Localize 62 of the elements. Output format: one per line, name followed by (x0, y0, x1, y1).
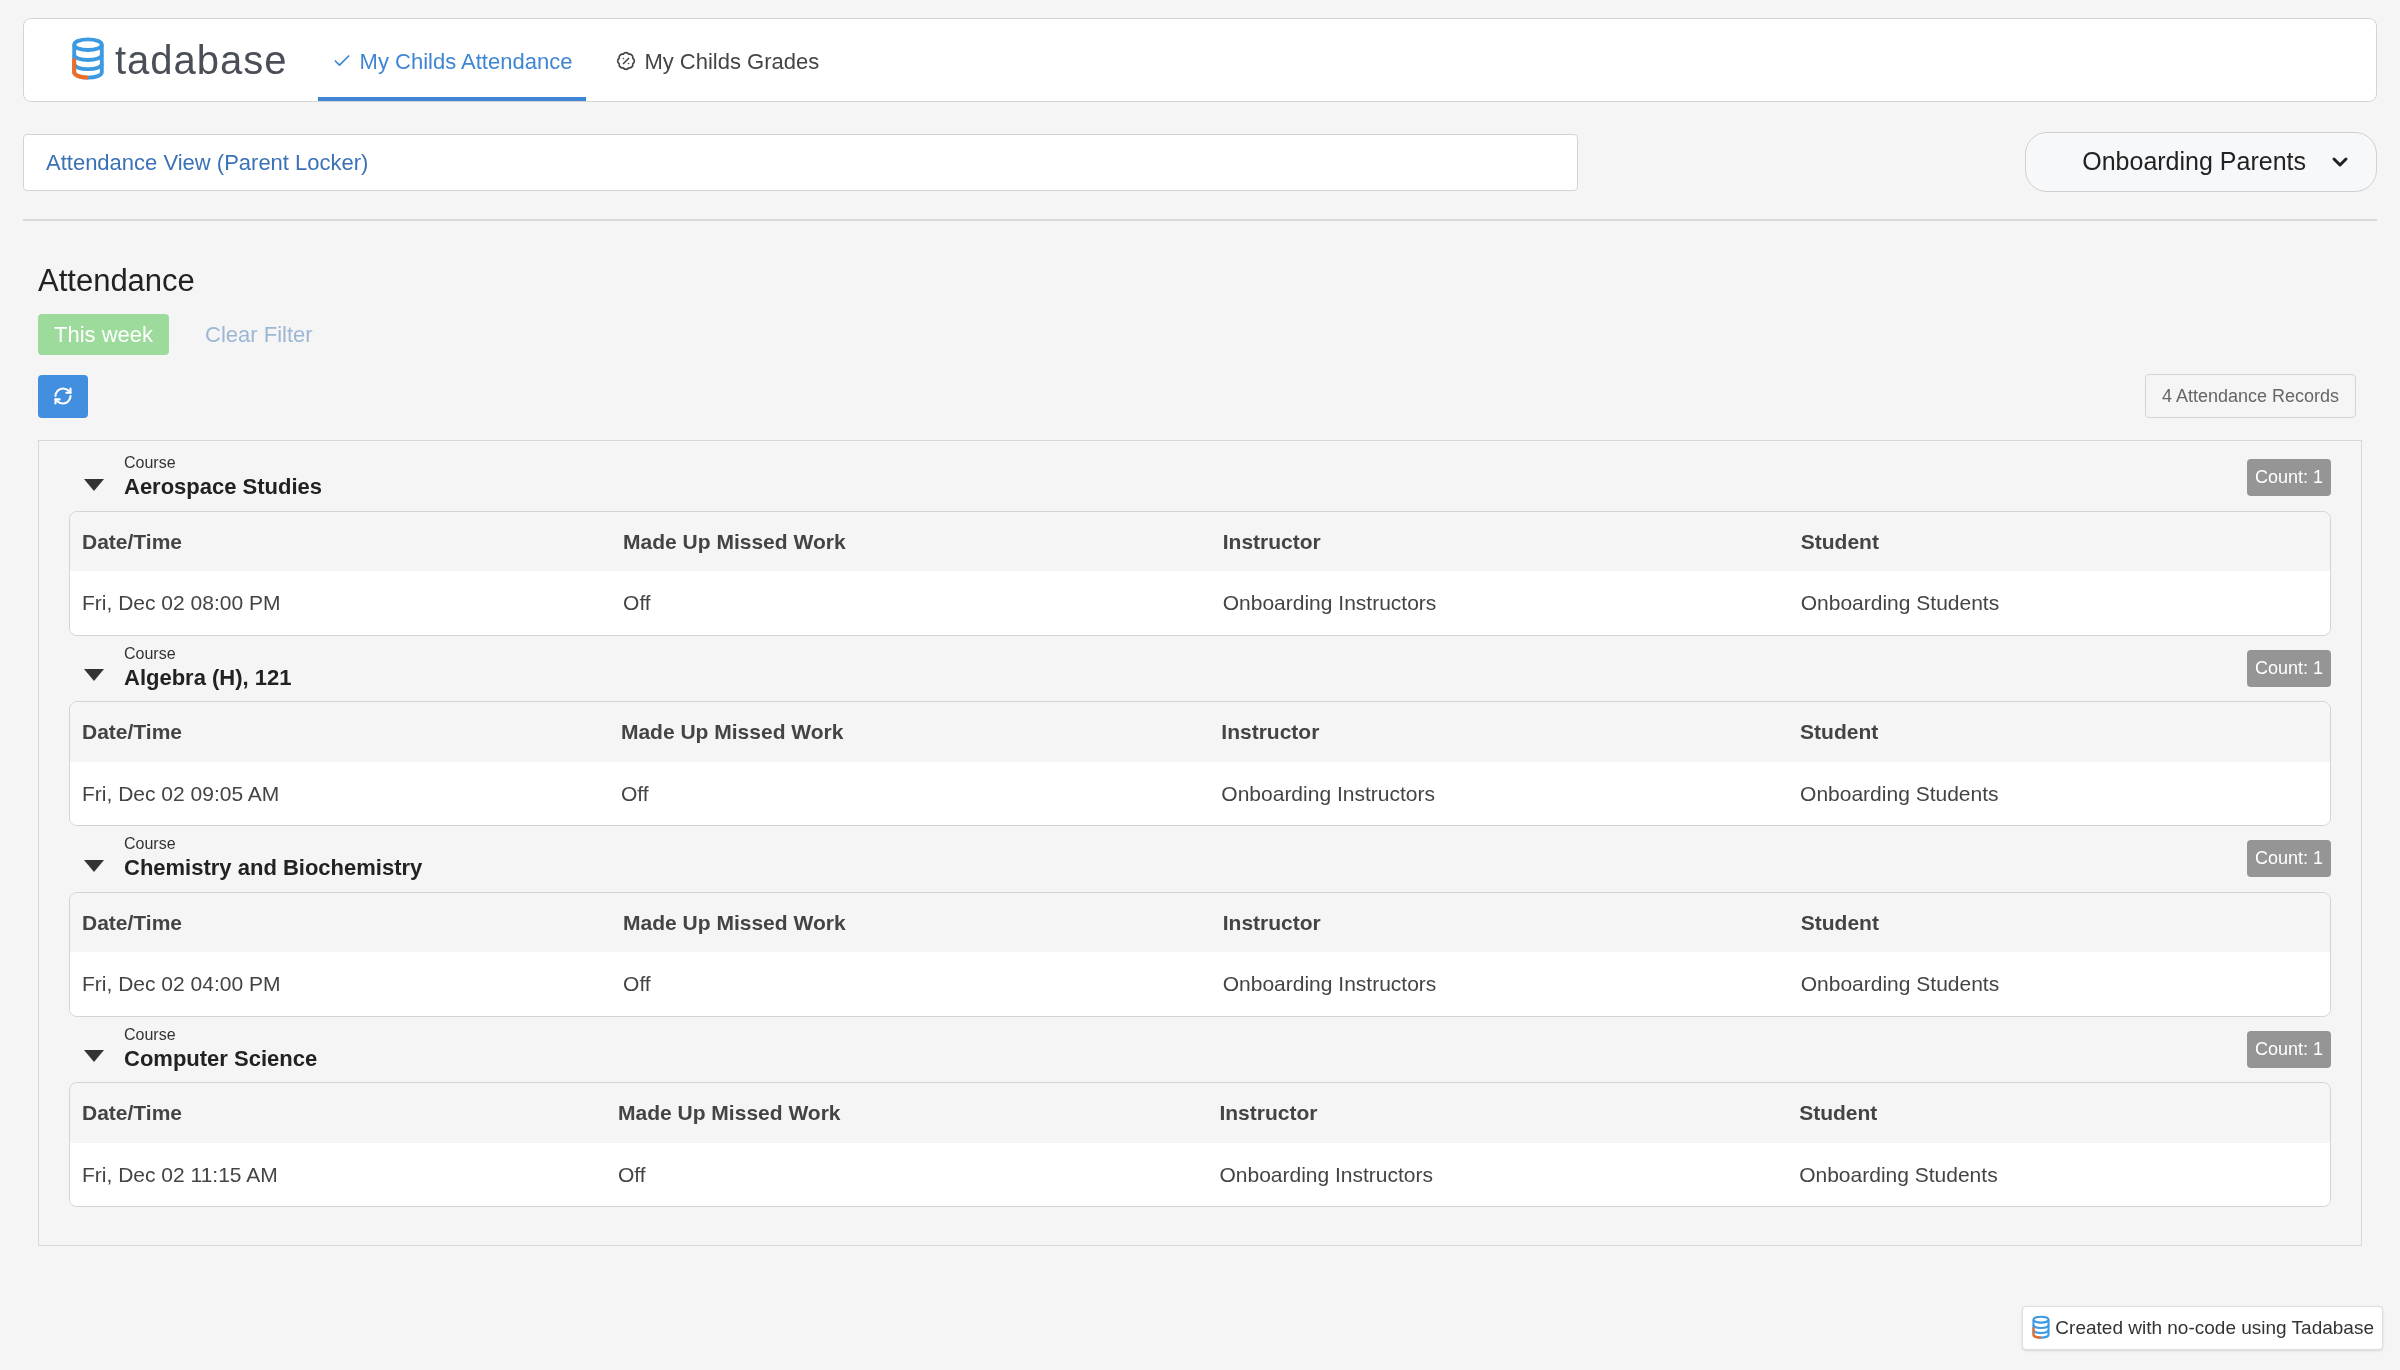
group-label: Course (124, 1024, 177, 1045)
column-header: Instructor (1210, 511, 1789, 571)
count-badge: Count: 1 (2246, 840, 2331, 877)
breadcrumb-link[interactable]: Attendance View (Parent Locker) (46, 145, 369, 179)
group-label: Course (124, 834, 177, 854)
collapse-triangle-icon[interactable] (84, 1050, 104, 1062)
records-count: 4 Attendance Records (2144, 374, 2356, 418)
collapse-triangle-icon[interactable] (84, 478, 104, 491)
refresh-icon (53, 386, 73, 406)
table-cell: Onboarding Students (1788, 571, 2330, 635)
table-cell: Off (606, 1142, 1208, 1206)
collapse-triangle-icon[interactable] (84, 859, 104, 872)
column-header: Made Up Missed Work (611, 892, 1211, 952)
refresh-button[interactable] (38, 374, 88, 418)
column-header: Date/Time (70, 511, 612, 571)
table-cell: Fri, Dec 02 09:05 AM (70, 761, 609, 825)
column-header: Instructor (1210, 892, 1789, 952)
table-cell: Onboarding Instructors (1210, 952, 1789, 1016)
table-cell: Off (611, 571, 1211, 635)
group-label: Course (124, 643, 177, 664)
column-header: Instructor (1218, 1100, 1319, 1126)
count-badge: Count: 1 (2246, 649, 2331, 687)
column-header: Date/Time (70, 1083, 607, 1143)
nav-tab[interactable]: My Childs Grades (602, 19, 834, 101)
table-cell: Fri, Dec 02 11:15 AM (70, 1142, 607, 1206)
column-header: Made Up Missed Work (617, 1100, 842, 1126)
table-cell: Onboarding Students (1788, 952, 2330, 1016)
table-cell: Onboarding Instructors (1210, 571, 1789, 635)
column-header: Student (1787, 1083, 2330, 1143)
group-title: Computer Science (124, 1044, 318, 1072)
footer-text: Created with no-code using Tadabase (2055, 1315, 2374, 1340)
table-cell: Off (611, 952, 1211, 1016)
nav-tab[interactable]: My Childs Attendance (317, 19, 587, 101)
column-header: Student (1788, 702, 2330, 762)
logo-text: tadabase (115, 37, 288, 84)
group-title: Aerospace Studies (124, 473, 323, 501)
table-cell: Fri, Dec 02 04:00 PM (70, 952, 612, 1016)
column-header: Student (1788, 892, 2330, 952)
user-dropdown[interactable]: Onboarding Parents (2025, 132, 2377, 192)
column-header: Made Up Missed Work (608, 702, 1210, 762)
column-header: Date/Time (70, 892, 612, 952)
group-title: Algebra (H), 121 (124, 663, 292, 691)
database-logo-icon (69, 37, 107, 83)
table-cell: Fri, Dec 02 08:00 PM (70, 571, 612, 635)
column-header: Instructor (1209, 702, 1789, 762)
group-title: Chemistry and Biochemistry (124, 854, 423, 882)
column-header: Date/Time (70, 702, 609, 762)
collapse-triangle-icon[interactable] (84, 669, 104, 681)
table-cell: Onboarding Students (1787, 1142, 2330, 1206)
count-badge: Count: 1 (2246, 459, 2331, 496)
group-label: Course (124, 453, 177, 473)
column-header: Made Up Missed Work (611, 511, 1211, 571)
footer-badge[interactable]: Created with no-code using Tadabase (2022, 1306, 2383, 1350)
table-cell: Off (608, 761, 1210, 825)
database-logo-icon (2031, 1315, 2052, 1341)
column-header: Student (1788, 511, 2330, 571)
table-cell: Onboarding Instructors (1207, 1142, 1788, 1206)
table-cell: Onboarding Instructors (1209, 761, 1789, 825)
table-cell: Onboarding Students (1788, 761, 2330, 825)
count-badge: Count: 1 (2246, 1030, 2331, 1068)
percent-badge-icon (616, 51, 637, 71)
section-title: Attendance (38, 265, 196, 296)
